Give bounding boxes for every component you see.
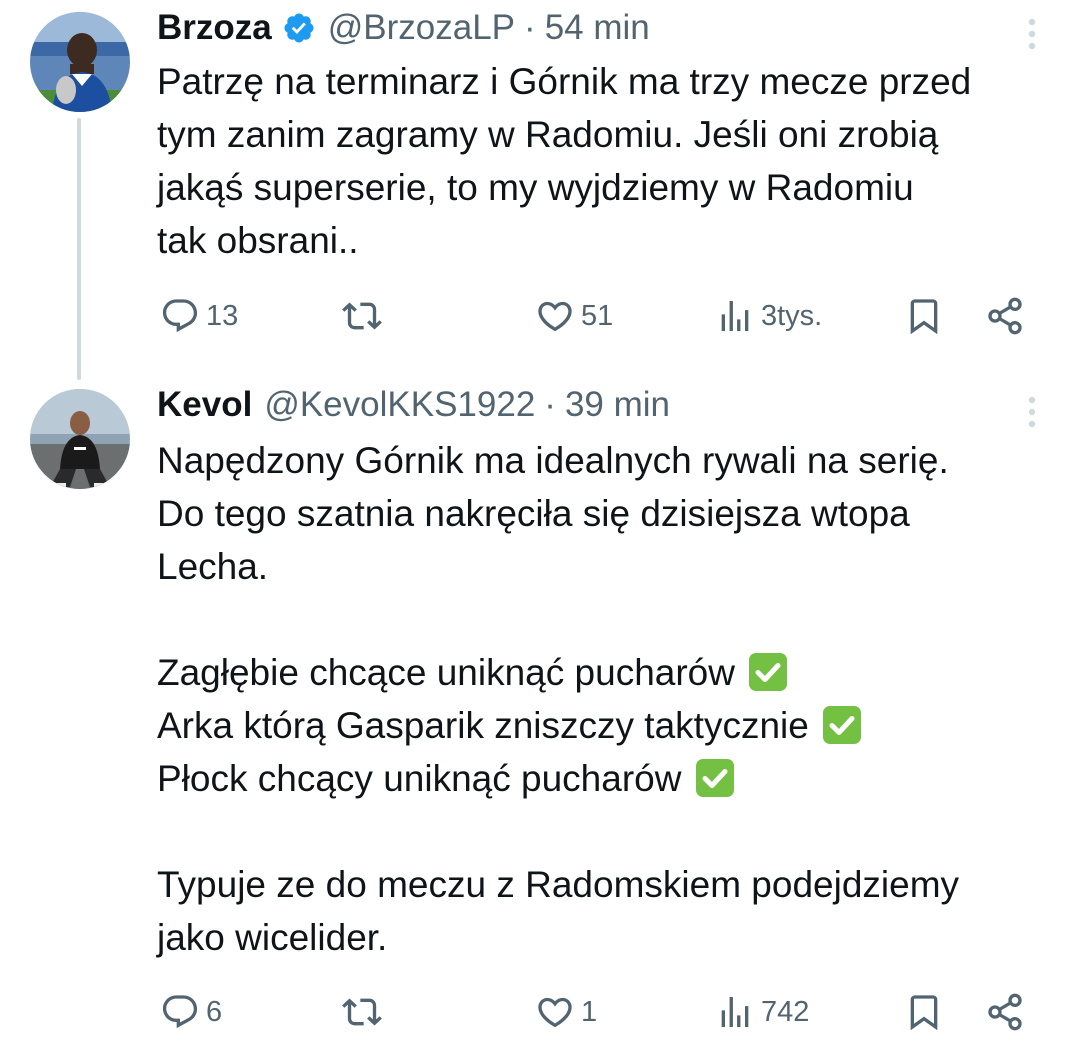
- tweet-text-line: Typuje ze do meczu z Radomskiem podejdzi…: [157, 864, 960, 905]
- separator-dot: ·: [544, 385, 556, 424]
- tweet-text-segment: Arka którą Gasparik zniszczy taktycznie: [157, 705, 809, 746]
- separator-dot: ·: [524, 8, 536, 47]
- tweet-text-line: Arka którą Gasparik zniszczy taktycznie: [157, 699, 1057, 752]
- bookmark-button[interactable]: [904, 294, 944, 338]
- heart-icon: [538, 301, 572, 332]
- tweet-header: Kevol @KevolKKS1922 · 39 min: [157, 383, 670, 427]
- avatar[interactable]: [30, 389, 130, 489]
- action-bar: 13 51 3tys.: [160, 294, 1040, 338]
- views-button[interactable]: 3tys.: [715, 294, 822, 338]
- tweet-text: Napędzony Górnik ma idealnych rywali na …: [157, 434, 1057, 964]
- views-icon: [721, 301, 749, 331]
- display-name[interactable]: Brzoza: [157, 6, 272, 50]
- check-mark-emoji: [749, 653, 788, 691]
- views-count: 3tys.: [761, 299, 823, 332]
- tweet-text-line: Napędzony Górnik ma idealnych rywali na …: [157, 440, 949, 481]
- bookmark-icon: [910, 299, 938, 335]
- timestamp[interactable]: 39 min: [565, 383, 670, 427]
- bookmark-button[interactable]: [904, 990, 944, 1034]
- tweet-text-segment: Płock chcący uniknąć pucharów: [157, 758, 682, 799]
- tweet-text-line: Lecha.: [157, 546, 269, 587]
- tweet-text-line: Do tego szatnia nakręciła się dzisiejsza…: [157, 493, 910, 534]
- user-handle[interactable]: @BrzozaLP: [328, 6, 515, 50]
- share-button[interactable]: [985, 294, 1025, 338]
- tweet[interactable]: Brzoza @BrzozaLP · 54 min Patrzę na term…: [0, 0, 1080, 372]
- like-button[interactable]: 51: [535, 294, 613, 338]
- tweet-text-line: tym zanim zagramy w Radomiu. Jeśli oni z…: [157, 114, 939, 155]
- retweet-button[interactable]: [342, 990, 382, 1034]
- reply-count: 6: [206, 995, 223, 1028]
- check-mark-emoji: [695, 759, 734, 797]
- tweet-text-line: [157, 593, 1057, 646]
- more-options-button[interactable]: [1024, 392, 1040, 432]
- more-options-button[interactable]: [1024, 14, 1040, 54]
- bookmark-icon: [910, 995, 938, 1031]
- verified-badge-icon: [282, 11, 316, 45]
- heart-icon: [538, 997, 572, 1028]
- tweet-text-line: jakąś superserie, to my wyjdziemy w Rado…: [157, 167, 914, 208]
- like-count: 1: [581, 995, 598, 1028]
- tweet-text: Patrzę na terminarz i Górnik ma trzy mec…: [157, 55, 1057, 267]
- check-mark-emoji: [823, 706, 862, 744]
- tweet-text-segment: Zagłębie chcące uniknąć pucharów: [157, 652, 735, 693]
- tweet-text-line: [157, 805, 1057, 858]
- tweet-text-line: jako wicelider.: [157, 917, 388, 958]
- like-button[interactable]: 1: [535, 990, 597, 1034]
- tweet-text-line: tak obsrani..: [157, 220, 359, 261]
- tweet-text-line: Zagłębie chcące uniknąć pucharów: [157, 646, 1057, 699]
- timestamp[interactable]: 54 min: [545, 6, 650, 50]
- user-handle[interactable]: @KevolKKS1922: [264, 383, 535, 427]
- share-icon: [988, 297, 1022, 335]
- views-count: 742: [761, 995, 810, 1028]
- reply-icon: [162, 995, 198, 1029]
- retweet-button[interactable]: [342, 294, 382, 338]
- action-bar: 6 1 742: [160, 990, 1040, 1034]
- views-icon: [721, 997, 749, 1027]
- tweet-header: Brzoza @BrzozaLP · 54 min: [157, 6, 650, 50]
- share-icon: [988, 993, 1022, 1031]
- tweet[interactable]: Kevol @KevolKKS1922 · 39 min Napędzony G…: [0, 372, 1080, 1059]
- more-vertical-icon: [1028, 18, 1036, 50]
- reply-button[interactable]: 13: [160, 294, 238, 338]
- display-name[interactable]: Kevol: [157, 383, 252, 427]
- views-button[interactable]: 742: [715, 990, 809, 1034]
- share-button[interactable]: [985, 990, 1025, 1034]
- reply-icon: [162, 299, 198, 333]
- retweet-icon: [342, 302, 382, 330]
- avatar[interactable]: [30, 12, 130, 112]
- like-count: 51: [581, 299, 614, 332]
- tweet-text-line: Płock chcący uniknąć pucharów: [157, 752, 1057, 805]
- more-vertical-icon: [1028, 396, 1036, 428]
- tweet-text-line: Patrzę na terminarz i Górnik ma trzy mec…: [157, 61, 972, 102]
- reply-count: 13: [206, 299, 239, 332]
- retweet-icon: [342, 998, 382, 1026]
- reply-button[interactable]: 6: [160, 990, 222, 1034]
